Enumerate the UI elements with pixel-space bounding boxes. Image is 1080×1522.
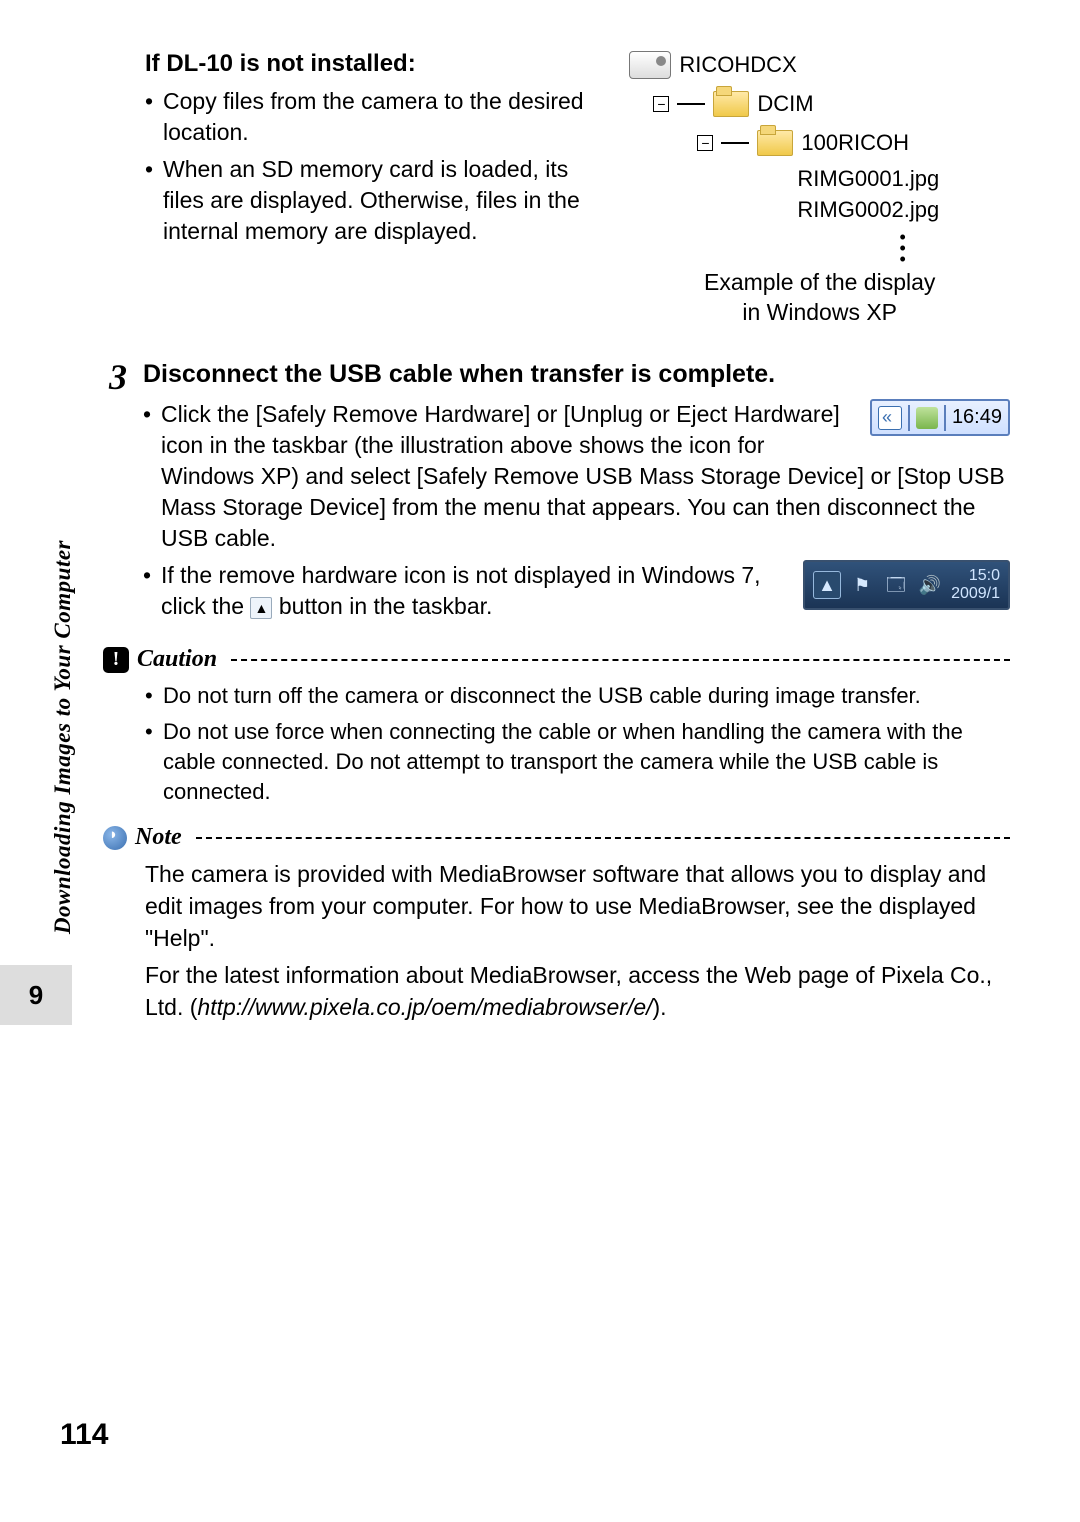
dl10-text: If DL-10 is not installed: Copy files fr… <box>145 50 609 253</box>
tree-file-2: RIMG0002.jpg <box>797 195 1010 226</box>
tree-file-1: RIMG0001.jpg <box>797 164 1010 195</box>
note-paragraph-1: The camera is provided with MediaBrowser… <box>145 859 1010 954</box>
step3-bullet-2-post: button in the taskbar. <box>279 593 493 619</box>
caution-list: Do not turn off the camera or disconnect… <box>145 681 1010 806</box>
dl10-bullet-2: When an SD memory card is loaded, its fi… <box>163 154 609 247</box>
tree-collapse-icon: − <box>653 96 669 112</box>
tree-ellipsis-icon: ••• <box>797 232 1010 264</box>
content-area: If DL-10 is not installed: Copy files fr… <box>145 50 1010 1024</box>
note-callout: Note The camera is provided with MediaBr… <box>103 824 1010 1024</box>
step3-bullets: 16:49 Click the [Safely Remove Hardware]… <box>143 399 1010 622</box>
volume-icon: 🔊 <box>917 572 943 598</box>
caution-item-2: Do not use force when connecting the cab… <box>163 717 1010 806</box>
step3-bullet-1: 16:49 Click the [Safely Remove Hardware]… <box>161 399 1010 554</box>
note-url: http://www.pixela.co.jp/oem/mediabrowser… <box>197 994 652 1020</box>
caution-item-1: Do not turn off the camera or disconnect… <box>163 681 1010 711</box>
up-arrow-button-icon: ▲ <box>250 597 272 619</box>
manual-page: Downloading Images to Your Computer 9 11… <box>0 0 1080 1522</box>
battery-icon: 🗔 <box>883 572 909 598</box>
dl10-section: If DL-10 is not installed: Copy files fr… <box>145 50 1010 328</box>
tree-caption-line2: in Windows XP <box>629 298 1010 328</box>
dl10-bullet-1: Copy files from the camera to the desire… <box>163 86 609 148</box>
folder-tree-figure: RICOHDCX − DCIM − 100RICOH RIMG0001 <box>629 50 1010 328</box>
step-number: 3 <box>103 356 133 398</box>
win7-clock: 15:02009/1 <box>951 567 1000 602</box>
side-chapter-number: 9 <box>0 965 72 1025</box>
note-label: Note <box>135 824 182 851</box>
winxp-systray-figure: 16:49 <box>870 399 1010 436</box>
tree-caption-line1: Example of the display <box>629 268 1010 298</box>
note-paragraph-2: For the latest information about MediaBr… <box>145 960 1010 1023</box>
tree-folder2-label: 100RICOH <box>801 128 909 159</box>
side-section-title: Downloading Images to Your Computer <box>50 540 76 934</box>
show-hidden-icons-icon: ▲ <box>813 571 841 599</box>
xp-clock: 16:49 <box>952 404 1002 431</box>
safely-remove-hardware-icon <box>916 407 938 429</box>
win7-systray-figure: ▲ ⚑ 🗔 🔊 15:02009/1 <box>803 560 1010 609</box>
folder-icon <box>713 91 749 117</box>
caution-callout: ! Caution Do not turn off the camera or … <box>103 646 1010 806</box>
caution-label: Caution <box>137 646 217 673</box>
drive-icon <box>629 51 671 79</box>
tree-collapse-icon: − <box>697 135 713 151</box>
tree-root-label: RICOHDCX <box>679 50 796 81</box>
note-icon <box>103 826 127 850</box>
dl10-bullets: Copy files from the camera to the desire… <box>145 86 609 247</box>
step3-bullet-2: ▲ ⚑ 🗔 🔊 15:02009/1 If the remove hardwar… <box>161 560 1010 622</box>
caution-icon: ! <box>103 647 129 673</box>
action-center-icon: ⚑ <box>849 572 875 598</box>
step-title: Disconnect the USB cable when transfer i… <box>143 360 1010 389</box>
tree-folder1-label: DCIM <box>757 89 813 120</box>
tray-expand-icon <box>878 406 902 430</box>
dl10-heading: If DL-10 is not installed: <box>145 50 609 78</box>
folder-icon <box>757 130 793 156</box>
step-3: 3 Disconnect the USB cable when transfer… <box>145 356 1010 628</box>
page-number: 114 <box>60 1418 108 1452</box>
